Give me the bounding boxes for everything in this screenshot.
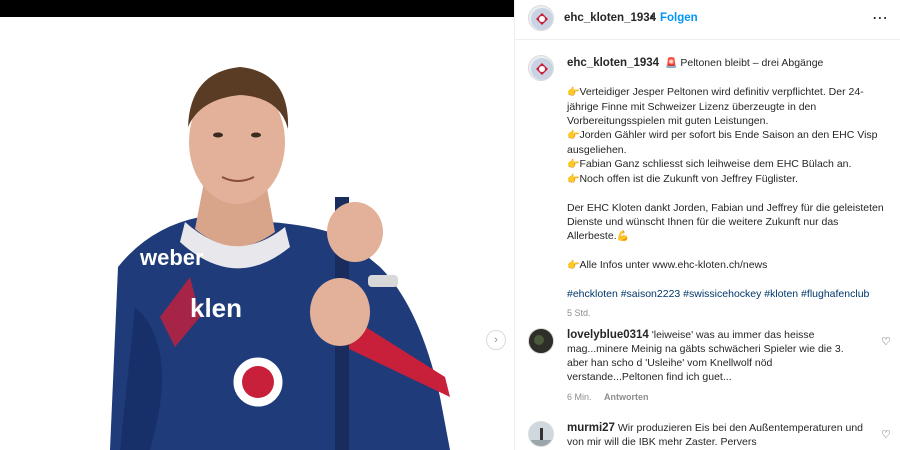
post-caption: ehc_kloten_1934 🚨 Peltonen bleibt – drei… — [567, 56, 887, 320]
caption-line-4: Noch offen ist die Zukunft von Jeffrey F… — [579, 173, 798, 185]
post-details-panel: ehc_kloten_1934 • Folgen ⋯ ehc_kloten_19… — [514, 0, 900, 450]
account-avatar[interactable] — [528, 5, 554, 31]
pointing-hand-icon: 👉 — [567, 130, 580, 141]
separator-dot: • — [650, 11, 654, 23]
commenter-avatar[interactable] — [528, 328, 554, 354]
comment-time: 6 Min. — [567, 392, 592, 402]
svg-text:klen: klen — [190, 293, 242, 323]
caption-line-1: Verteidiger Jesper Peltonen wird definit… — [567, 86, 864, 127]
pointing-hand-icon: 👉 — [567, 260, 580, 271]
muscle-icon: 💪 — [616, 231, 630, 242]
follow-button[interactable]: Folgen — [660, 12, 698, 24]
post-header: ehc_kloten_1934 • Folgen ⋯ — [515, 0, 900, 40]
heart-icon[interactable]: ♡ — [881, 335, 891, 348]
pointing-hand-icon: 👉 — [567, 87, 580, 98]
more-options-icon[interactable]: ⋯ — [872, 8, 889, 28]
comment-body: murmi27 Wir produzieren Eis bei den Auße… — [567, 421, 867, 449]
caption-thanks: Der EHC Kloten dankt Jorden, Fabian und … — [567, 202, 884, 242]
chevron-right-icon: › — [494, 334, 498, 346]
caption-info-link: Alle Infos unter www.ehc-kloten.ch/news — [579, 259, 768, 271]
heart-icon[interactable]: ♡ — [881, 428, 891, 441]
caption-timestamp: 5 Std. — [567, 308, 591, 318]
caption-title: Peltonen bleibt – drei Abgänge — [680, 57, 824, 69]
header-username[interactable]: ehc_kloten_1934 — [564, 12, 656, 24]
media-top-bar — [0, 0, 514, 17]
player-photo: weber klen — [0, 17, 514, 450]
caption-line-2: Jorden Gähler wird per sofort bis Ende S… — [567, 129, 878, 156]
siren-icon: 🚨 — [664, 58, 678, 69]
comment-username[interactable]: murmi27 — [567, 422, 615, 434]
pointing-hand-icon: 👉 — [567, 159, 580, 170]
svg-text:weber: weber — [139, 245, 204, 270]
pointing-hand-icon: 👉 — [567, 174, 580, 185]
comment-body: lovelyblue0314 'leiweise' was au immer d… — [567, 328, 867, 404]
comment-meta: 6 Min. Antworten — [567, 390, 867, 404]
caption-avatar[interactable] — [528, 55, 554, 81]
caption-line-3: Fabian Ganz schliesst sich leihweise dem… — [579, 158, 852, 170]
caption-username[interactable]: ehc_kloten_1934 — [567, 57, 659, 69]
next-media-button[interactable]: › — [486, 330, 506, 350]
post-media: weber klen › — [0, 0, 514, 450]
reply-button[interactable]: Antworten — [604, 392, 649, 402]
caption-hashtags[interactable]: #ehckloten #saison2223 #swissicehockey #… — [567, 287, 887, 301]
commenter-avatar[interactable] — [528, 421, 554, 447]
comment-username[interactable]: lovelyblue0314 — [567, 329, 649, 341]
